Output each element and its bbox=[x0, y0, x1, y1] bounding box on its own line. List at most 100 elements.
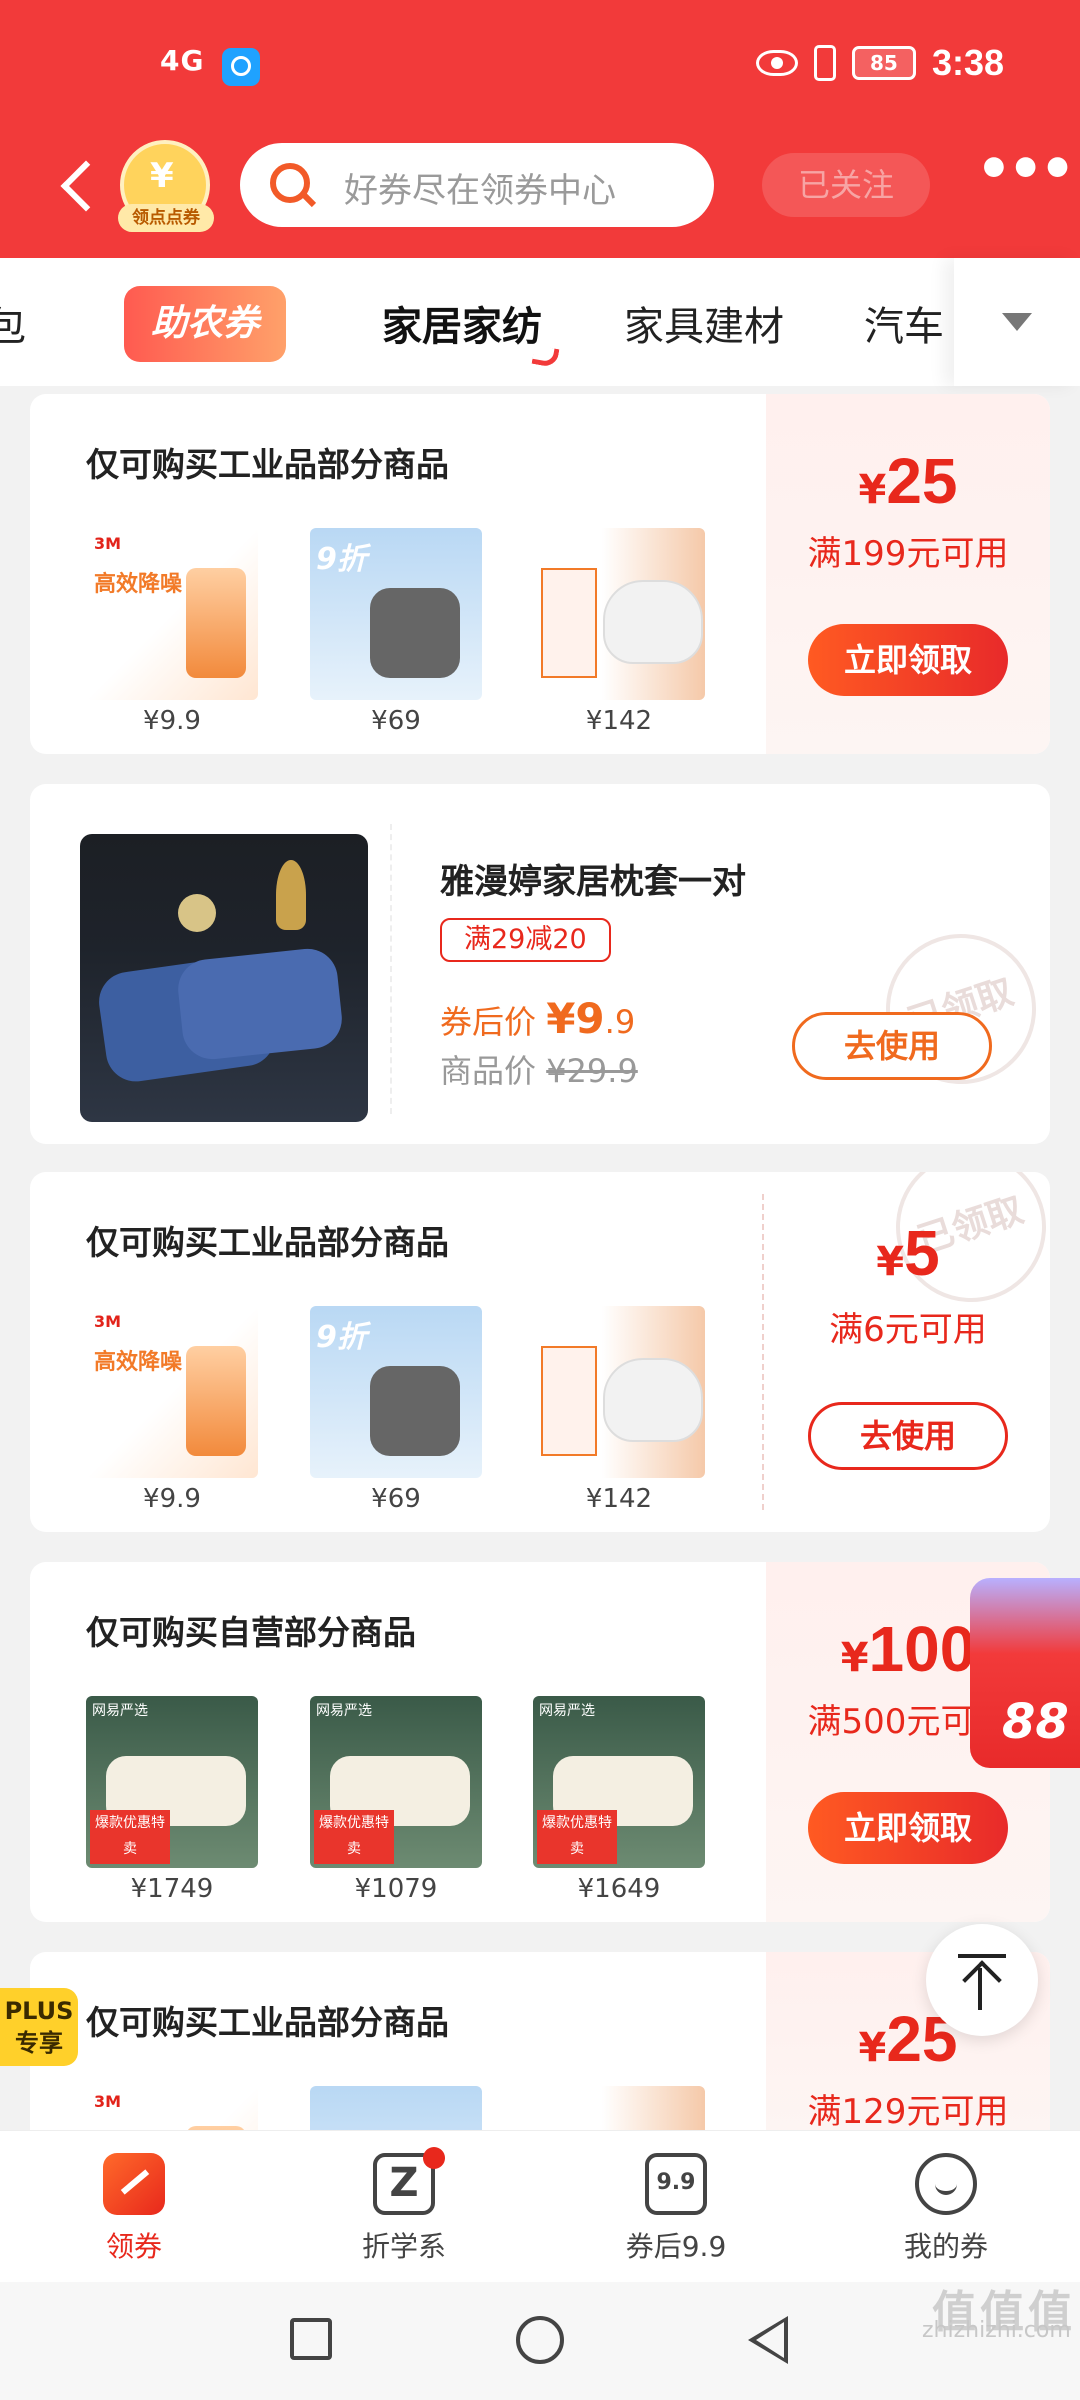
coupon-icon bbox=[103, 2153, 165, 2215]
home-icon[interactable] bbox=[516, 2316, 564, 2364]
promo-tag: 爆款优惠特卖 bbox=[90, 1810, 170, 1864]
tab-furniture[interactable]: 家具建材 bbox=[624, 294, 784, 352]
category-bar: 包 助农券 家居家纺 家具建材 汽车 bbox=[0, 258, 1080, 386]
coupon-card: 仅可购买自营部分商品 网易严选爆款优惠特卖 ¥1749 网易严选爆款优惠特卖 ¥… bbox=[30, 1562, 1050, 1922]
coupon-condition: 满6元可用 bbox=[829, 1310, 987, 1350]
product-image-text: 高效降噪 bbox=[94, 1350, 183, 1375]
nav-item-coupons[interactable]: 领券 bbox=[44, 2153, 224, 2265]
product-price: ¥1649 bbox=[577, 1874, 661, 1904]
header: 4G 85 3:38 ¥ 领点点券 好券尽在领券中心 已关注 ••• bbox=[0, 0, 1080, 258]
product-tag bbox=[541, 568, 597, 678]
coupon-title: 仅可购买工业品部分商品 bbox=[86, 445, 449, 484]
z-icon: Z bbox=[373, 2147, 445, 2215]
use-button[interactable]: 去使用 bbox=[808, 1402, 1008, 1470]
nav-label: 我的券 bbox=[903, 2230, 988, 2263]
my-coupon-icon bbox=[915, 2153, 977, 2215]
divider bbox=[762, 1194, 764, 1510]
product-image-text: 高效降噪 bbox=[94, 572, 183, 597]
nav-label: 折学系 bbox=[361, 2230, 446, 2263]
search-placeholder: 好券尽在领券中心 bbox=[344, 171, 616, 211]
coin-label[interactable]: 领点点券 bbox=[118, 204, 214, 232]
promo-tab[interactable]: 助农券 bbox=[124, 286, 286, 362]
discount-badge: 9折 bbox=[316, 1320, 367, 1355]
product-image-latex-pillow[interactable]: 网易严选爆款优惠特卖 bbox=[86, 1696, 258, 1868]
search-bar[interactable]: 好券尽在领券中心 bbox=[240, 143, 714, 227]
product-title: 雅漫婷家居枕套一对 bbox=[440, 862, 746, 902]
claim-button[interactable]: 立即领取 bbox=[808, 1792, 1008, 1864]
product-image-latex-pillow[interactable]: 网易严选爆款优惠特卖 bbox=[310, 1696, 482, 1868]
recent-apps-icon[interactable] bbox=[290, 2318, 332, 2360]
brand-label: 网易严选 bbox=[92, 1703, 148, 1719]
promo-tag: 爆款优惠特卖 bbox=[314, 1810, 394, 1864]
product-image-3m-mask[interactable] bbox=[533, 1306, 705, 1478]
back-button[interactable] bbox=[56, 158, 96, 212]
follow-button[interactable]: 已关注 bbox=[762, 153, 930, 217]
vibrate-icon bbox=[813, 45, 836, 81]
product-image-kn95[interactable]: 9折 bbox=[310, 1306, 482, 1478]
watermark-text: zhizhizhi.com bbox=[922, 2318, 1071, 2343]
product-image-latex-pillow[interactable]: 网易严选 爆款优惠特卖 bbox=[533, 1696, 705, 1868]
product-price: ¥142 bbox=[585, 706, 653, 736]
nav-item-my-coupons[interactable]: 我的券 bbox=[856, 2153, 1036, 2265]
coupon-value-panel: 已领取 ¥5 满6元可用 去使用 bbox=[766, 1172, 1050, 1532]
original-price: 商品价 ¥29.9 bbox=[440, 1052, 638, 1090]
product-image-earplugs[interactable]: 高效降噪 bbox=[86, 1306, 258, 1478]
coupon-info: 仅可购买工业品部分商品 bbox=[30, 1952, 760, 2130]
product-image-3m-mask[interactable] bbox=[533, 528, 705, 700]
arrow-up-icon bbox=[978, 1968, 982, 2010]
product-image-3m-mask[interactable] bbox=[533, 2086, 705, 2130]
discount-tag: 满29减20 bbox=[440, 918, 611, 962]
plus-badge[interactable]: PLUS专享 bbox=[0, 1988, 78, 2066]
use-button[interactable]: 去使用 bbox=[792, 1012, 992, 1080]
category-partial[interactable]: 包 bbox=[0, 294, 26, 352]
notification-app-icon bbox=[222, 48, 260, 86]
signal-indicator: 4G bbox=[160, 44, 205, 77]
nav-item-after-coupon[interactable]: 9.9 券后9.9 bbox=[586, 2153, 766, 2265]
product-image-pillowcase[interactable] bbox=[80, 834, 368, 1122]
coupon-title: 仅可购买工业品部分商品 bbox=[86, 1223, 449, 1262]
battery-icon: 85 bbox=[851, 46, 916, 80]
product-price: ¥69 bbox=[371, 1484, 421, 1514]
bottom-nav: 领券 Z 折学系 9.9 券后9.9 我的券 bbox=[0, 2130, 1080, 2282]
search-icon bbox=[270, 163, 310, 203]
eye-icon bbox=[755, 50, 798, 76]
brand-label: 网易严选 bbox=[316, 1703, 372, 1719]
notification-dot bbox=[423, 2147, 445, 2169]
claim-button[interactable]: 立即领取 bbox=[808, 624, 1008, 696]
product-price: ¥9.9 bbox=[143, 1484, 201, 1514]
clock: 3:38 bbox=[931, 42, 1004, 83]
after-coupon-price: 券后价 ¥9.9 bbox=[440, 994, 636, 1043]
product-image-kn95[interactable] bbox=[310, 2086, 482, 2130]
more-icon[interactable]: ••• bbox=[976, 142, 1075, 200]
product-price: ¥9.9 bbox=[143, 706, 201, 736]
coupon-card: 仅可购买工业品部分商品 ¥25 满129元可用 bbox=[30, 1952, 1050, 2130]
status-bar: 4G 85 3:38 bbox=[0, 0, 1080, 140]
coupon-condition: 满129元可用 bbox=[807, 2092, 1009, 2130]
coupon-info: 仅可购买工业品部分商品 高效降噪 ¥9.9 9折 ¥69 ¥142 bbox=[30, 1172, 760, 1532]
nav-item-zhexue[interactable]: Z 折学系 bbox=[314, 2147, 494, 2265]
tab-auto[interactable]: 汽车 bbox=[864, 294, 944, 352]
tab-home-textile[interactable]: 家居家纺 bbox=[382, 294, 542, 352]
nav-label: 领券 bbox=[105, 2230, 162, 2263]
coupon-info: 仅可购买自营部分商品 网易严选爆款优惠特卖 ¥1749 网易严选爆款优惠特卖 ¥… bbox=[30, 1562, 760, 1922]
product-price: ¥1079 bbox=[354, 1874, 438, 1904]
back-icon[interactable] bbox=[748, 2316, 788, 2364]
yen-symbol: ¥ bbox=[150, 156, 174, 196]
coupon-title: 仅可购买自营部分商品 bbox=[86, 1613, 416, 1652]
product-price: ¥1749 bbox=[130, 1874, 214, 1904]
coupon-amount: ¥5 bbox=[876, 1217, 940, 1289]
product-image-earplugs[interactable] bbox=[86, 2086, 258, 2130]
discount-badge: 9折 bbox=[316, 542, 367, 577]
brand-label: 网易严选 bbox=[539, 1703, 595, 1719]
back-to-top-icon[interactable] bbox=[926, 1924, 1038, 2036]
divider bbox=[390, 824, 392, 1114]
coupon-card-claimed: 雅漫婷家居枕套一对 满29减20 券后价 ¥9.9 商品价 ¥29.9 已领取 … bbox=[30, 784, 1050, 1144]
product-image-kn95[interactable]: 9折 bbox=[310, 528, 482, 700]
red-packet-icon[interactable]: 88 bbox=[970, 1578, 1080, 1768]
product-image-earplugs[interactable]: 高效降噪 bbox=[86, 528, 258, 700]
coupon-value-panel: ¥25 满199元可用 立即领取 bbox=[766, 394, 1050, 754]
system-nav-bar bbox=[0, 2282, 1080, 2400]
chevron-down-icon[interactable] bbox=[954, 258, 1080, 386]
coupon-condition: 满199元可用 bbox=[807, 534, 1009, 574]
product-tag bbox=[541, 1346, 597, 1456]
